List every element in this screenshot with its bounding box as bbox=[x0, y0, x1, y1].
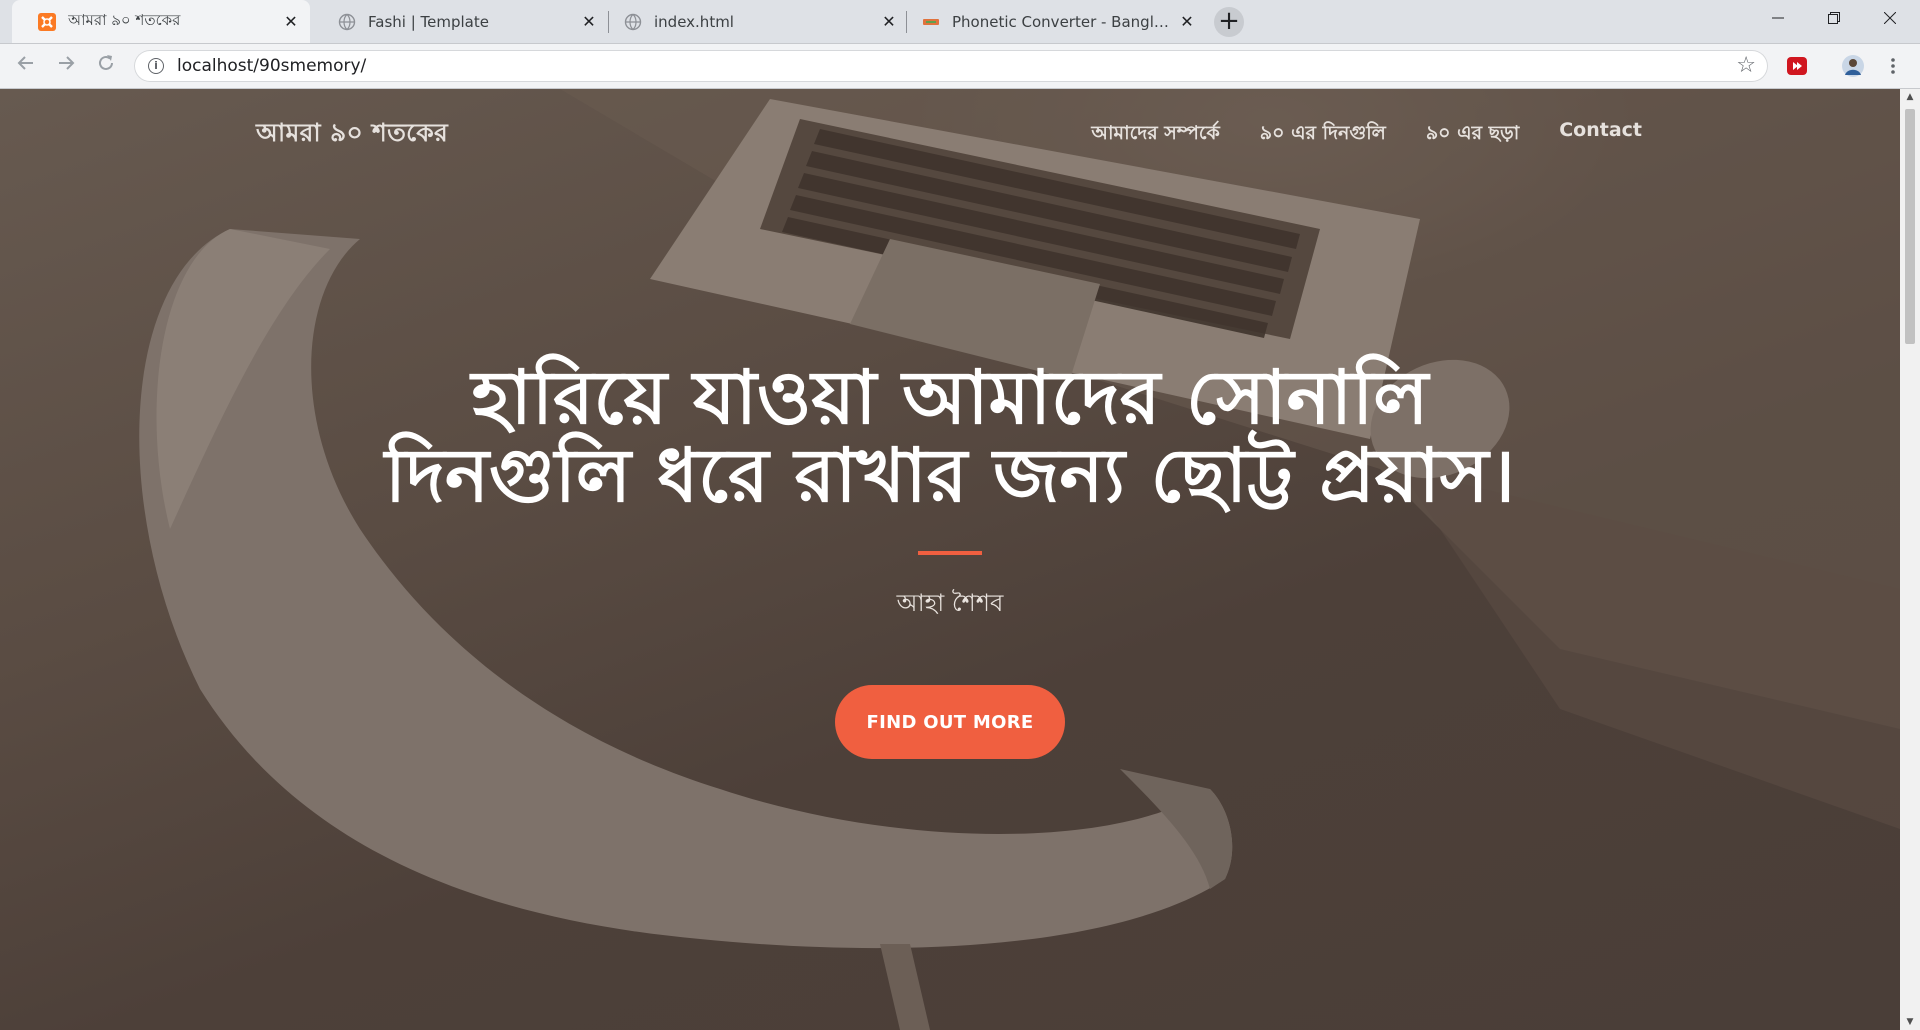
menu-icon[interactable] bbox=[1886, 55, 1900, 77]
tab-separator bbox=[906, 11, 907, 33]
tab-close-icon[interactable]: ✕ bbox=[580, 12, 598, 31]
address-bar[interactable]: i localhost/90smemory/ ☆ bbox=[134, 50, 1768, 82]
globe-favicon-icon bbox=[338, 13, 356, 30]
avatar-icon[interactable] bbox=[1842, 55, 1864, 77]
tab-title: আমরা ৯০ শতকের bbox=[68, 11, 181, 29]
back-button[interactable] bbox=[12, 52, 40, 80]
tab-title: index.html bbox=[654, 12, 734, 31]
new-tab-button[interactable]: + bbox=[1214, 7, 1244, 37]
tab-close-icon[interactable]: ✕ bbox=[282, 12, 300, 31]
browser-toolbar: i localhost/90smemory/ ☆ bbox=[0, 44, 1920, 89]
scroll-thumb[interactable] bbox=[1905, 109, 1915, 344]
page-scrollbar[interactable]: ▲ ▼ bbox=[1900, 89, 1920, 1030]
info-icon[interactable]: i bbox=[148, 58, 164, 74]
restore-icon bbox=[1828, 12, 1840, 24]
nav-90s-rhymes[interactable]: ৯০ এর ছড়া bbox=[1426, 119, 1519, 151]
extension-icon[interactable] bbox=[1786, 55, 1808, 77]
tab-title: Phonetic Converter - BanglaText bbox=[952, 12, 1178, 31]
page-viewport: আমরা ৯০ শতকের আমাদের সম্পর্কে ৯০ এর দিনগ… bbox=[0, 89, 1900, 1030]
hero-subtitle: আহা শৈশব bbox=[896, 589, 1004, 617]
nav-contact[interactable]: Contact bbox=[1559, 119, 1642, 151]
find-out-more-button[interactable]: FIND OUT MORE bbox=[835, 685, 1065, 759]
tab-amra-90[interactable]: আমরা ৯০ শতকের ✕ bbox=[12, 0, 310, 43]
back-arrow-icon bbox=[17, 56, 33, 70]
tab-index-html[interactable]: index.html ✕ bbox=[612, 0, 908, 43]
close-icon bbox=[1884, 12, 1896, 24]
globe-favicon-icon bbox=[624, 13, 642, 30]
tab-fashi-template[interactable]: Fashi | Template ✕ bbox=[312, 0, 608, 43]
tab-close-icon[interactable]: ✕ bbox=[1178, 12, 1196, 31]
tab-phonetic-converter[interactable]: Phonetic Converter - BanglaText ✕ bbox=[910, 0, 1206, 43]
hero-headline: হারিয়ে যাওয়া আমাদের সোনালি দিনগুলি ধরে… bbox=[384, 355, 1516, 519]
restore-button[interactable] bbox=[1806, 0, 1862, 36]
scroll-up-icon[interactable]: ▲ bbox=[1900, 89, 1920, 105]
site-nav: আমাদের সম্পর্কে ৯০ এর দিনগুলি ৯০ এর ছড়া… bbox=[1091, 119, 1642, 151]
minimize-icon bbox=[1772, 17, 1784, 19]
hero-section: হারিয়ে যাওয়া আমাদের সোনালি দিনগুলি ধরে… bbox=[380, 359, 1520, 759]
tab-title: Fashi | Template bbox=[368, 12, 489, 31]
browser-tab-strip: আমরা ৯০ শতকের ✕ Fashi | Template ✕ index… bbox=[0, 0, 1920, 44]
forward-arrow-icon bbox=[59, 56, 75, 70]
reload-icon bbox=[99, 55, 113, 70]
star-icon[interactable]: ☆ bbox=[1736, 53, 1756, 78]
nav-90s-days[interactable]: ৯০ এর দিনগুলি bbox=[1260, 119, 1386, 151]
scroll-down-icon[interactable]: ▼ bbox=[1900, 1014, 1920, 1030]
tab-separator bbox=[608, 11, 609, 33]
bangla-favicon-icon bbox=[923, 18, 939, 25]
xampp-favicon-icon bbox=[38, 12, 56, 31]
nav-about[interactable]: আমাদের সম্পর্কে bbox=[1091, 119, 1219, 151]
close-window-button[interactable] bbox=[1862, 0, 1918, 36]
tab-close-icon[interactable]: ✕ bbox=[880, 12, 898, 31]
forward-button[interactable] bbox=[52, 52, 80, 80]
hero-divider bbox=[918, 551, 982, 555]
site-brand[interactable]: আমরা ৯০ শতকের bbox=[256, 113, 448, 156]
minimize-button[interactable] bbox=[1750, 0, 1806, 36]
reload-button[interactable] bbox=[92, 52, 120, 80]
url-text[interactable]: localhost/90smemory/ bbox=[177, 56, 366, 76]
